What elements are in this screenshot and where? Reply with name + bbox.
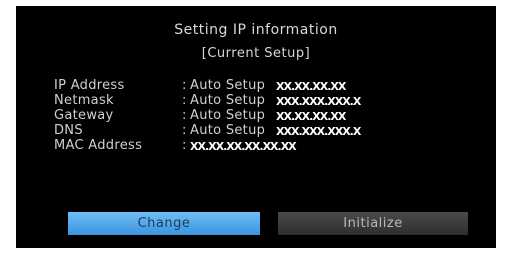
mac-address-label: MAC Address bbox=[54, 138, 143, 153]
ip-address-value: XX.XX.XX.XX bbox=[276, 80, 346, 93]
change-button[interactable]: Change bbox=[68, 212, 260, 235]
netmask-label: Netmask bbox=[54, 93, 114, 108]
mac-address-value: XX.XX.XX.XX.XX.XX bbox=[190, 140, 297, 153]
gateway-label: Gateway bbox=[54, 108, 114, 123]
dns-value: XXX.XXX.XXX.X bbox=[276, 125, 361, 138]
screen-title: Setting IP information bbox=[174, 22, 338, 38]
netmask-value: XXX.XXX.XXX.X bbox=[276, 95, 361, 108]
mac-address-separator: : bbox=[182, 138, 187, 153]
initialize-button[interactable]: Initialize bbox=[278, 212, 468, 235]
dns-label: DNS bbox=[54, 123, 83, 138]
ip-address-separator: : bbox=[182, 78, 187, 93]
netmask-separator: : bbox=[182, 93, 187, 108]
netmask-mode: Auto Setup bbox=[190, 93, 266, 108]
dns-mode: Auto Setup bbox=[190, 123, 266, 138]
gateway-mode: Auto Setup bbox=[190, 108, 266, 123]
gateway-separator: : bbox=[182, 108, 187, 123]
dns-separator: : bbox=[182, 123, 187, 138]
gateway-value: XX.XX.XX.XX bbox=[276, 110, 346, 123]
ip-address-label: IP Address bbox=[54, 78, 125, 93]
ip-settings-screen: Setting IP information [Current Setup] I… bbox=[16, 6, 496, 248]
ip-address-mode: Auto Setup bbox=[190, 78, 266, 93]
screen-subtitle: [Current Setup] bbox=[201, 46, 311, 61]
